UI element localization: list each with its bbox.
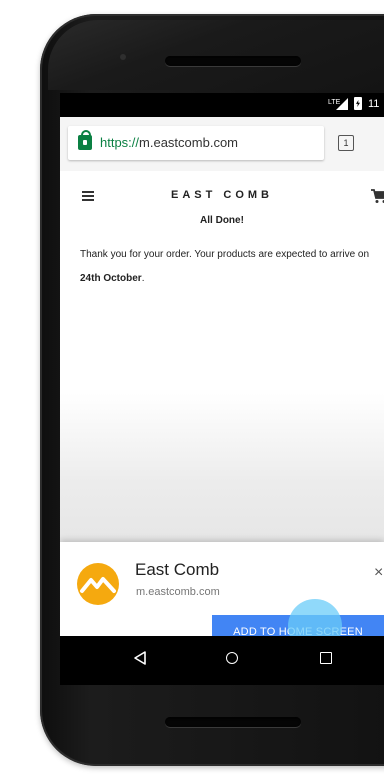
front-camera xyxy=(120,54,126,60)
top-speaker xyxy=(165,56,301,66)
brand-title: EAST COMB xyxy=(171,189,273,201)
phone-screen: LTE 11 https://m.eastcomb.com 1 EAST COM… xyxy=(60,93,384,685)
android-nav-bar xyxy=(60,636,384,685)
url-scheme: https:// xyxy=(100,135,140,150)
delivery-date: 24th October xyxy=(80,273,142,284)
tab-switcher-button[interactable]: 1 xyxy=(338,135,354,151)
app-name: East Comb xyxy=(135,560,220,579)
home-icon[interactable] xyxy=(226,652,238,664)
close-icon[interactable]: × xyxy=(374,564,383,582)
cart-icon[interactable] xyxy=(370,187,384,205)
page-heading: All Done! xyxy=(200,215,244,226)
battery-icon xyxy=(354,97,362,110)
mountain-logo-icon xyxy=(77,563,119,605)
lock-icon xyxy=(78,130,92,150)
top-bezel xyxy=(48,20,384,90)
app-url: m.eastcomb.com xyxy=(136,586,220,598)
signal-icon xyxy=(336,98,348,110)
url-host: m.eastcomb.com xyxy=(139,135,239,150)
status-time: 11 xyxy=(368,98,380,110)
bottom-speaker xyxy=(165,717,301,727)
device-screenshot: LTE 11 https://m.eastcomb.com 1 EAST COM… xyxy=(0,0,384,778)
message-text: Thank you for your order. Your products … xyxy=(80,249,370,260)
recents-icon[interactable] xyxy=(320,652,332,664)
browser-toolbar: https://m.eastcomb.com 1 xyxy=(60,117,384,172)
content-fade xyxy=(60,393,384,543)
address-bar[interactable]: https://m.eastcomb.com xyxy=(68,126,324,160)
back-icon[interactable] xyxy=(132,650,148,666)
url-text[interactable]: https://m.eastcomb.com xyxy=(100,135,238,150)
status-bar: LTE 11 xyxy=(60,93,384,117)
order-confirmation-message: Thank you for your order. Your products … xyxy=(80,243,380,291)
message-end: . xyxy=(141,273,145,284)
